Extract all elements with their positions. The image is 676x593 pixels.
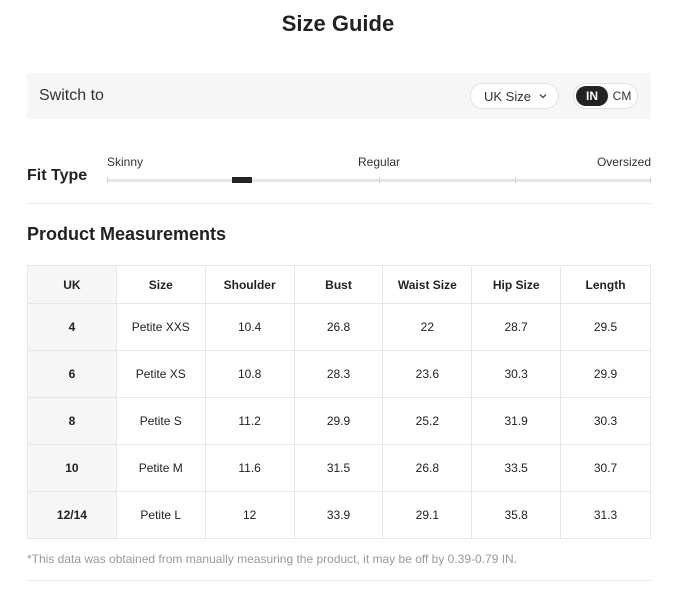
unit-switch-bar: Switch to UK Size IN CM [27,73,651,119]
column-header: Size [115,265,206,304]
table-cell: 29.1 [382,491,473,539]
column-header: Bust [293,265,384,304]
table-cell: 8 [27,397,117,445]
unit-in-button[interactable]: IN [576,86,608,106]
table-row: 12/14 Petite L 12 33.9 29.1 35.8 31.3 [27,491,651,539]
fit-type-section: Fit Type Skinny Regular Oversized [27,145,651,203]
fit-type-label: Fit Type [27,167,88,184]
table-cell: 25.2 [382,397,473,445]
table-cell: 23.6 [382,350,473,398]
table-cell: 30.7 [560,444,651,492]
table-cell: 35.8 [471,491,562,539]
measurement-disclaimer: *This data was obtained from manually me… [27,552,518,566]
table-cell: 10 [27,444,117,492]
table-cell: 33.5 [471,444,562,492]
table-cell: 29.9 [560,350,651,398]
page-title: Size Guide [281,11,395,36]
fit-tick [107,177,108,183]
table-cell: 26.8 [382,444,473,492]
fit-label-skinny: Skinny [107,155,144,169]
table-cell: 31.3 [560,491,651,539]
table-header-row: UK Size Shoulder Bust Waist Size Hip Siz… [27,265,651,304]
table-cell: 6 [27,350,117,398]
column-header: Waist Size [382,265,473,304]
column-header: Length [560,265,651,304]
section-divider [27,203,651,204]
table-cell: 29.5 [560,303,651,351]
unit-toggle: IN CM [573,83,638,109]
table-cell: 22 [382,303,473,351]
bottom-divider [27,580,651,581]
table-row: 4 Petite XXS 10.4 26.8 22 28.7 29.5 [27,303,651,351]
fit-tick [379,177,380,183]
column-header: Hip Size [471,265,562,304]
size-system-dropdown[interactable]: UK Size [470,83,559,109]
fit-scale: Skinny Regular Oversized [107,145,651,185]
table-cell: 26.8 [293,303,384,351]
fit-tick [515,177,516,183]
table-cell: Petite S [115,397,206,445]
product-measurements-title: Product Measurements [27,224,227,244]
table-cell: Petite XXS [115,303,206,351]
table-row: 6 Petite XS 10.8 28.3 23.6 30.3 29.9 [27,350,651,398]
table-cell: 33.9 [293,491,384,539]
table-cell: Petite L [115,491,206,539]
table-cell: 31.9 [471,397,562,445]
table-cell: 28.3 [293,350,384,398]
table-cell: 28.7 [471,303,562,351]
chevron-down-icon [539,94,547,99]
table-cell: 29.9 [293,397,384,445]
table-row: 8 Petite S 11.2 29.9 25.2 31.9 30.3 [27,397,651,445]
table-cell: 30.3 [471,350,562,398]
column-header: UK [27,265,117,304]
fit-indicator [232,177,252,183]
table-row: 10 Petite M 11.6 31.5 26.8 33.5 30.7 [27,444,651,492]
table-cell: 30.3 [560,397,651,445]
table-cell: 12/14 [27,491,117,539]
table-cell: 12 [204,491,295,539]
fit-tick [650,177,651,183]
table-cell: 31.5 [293,444,384,492]
column-header: Shoulder [204,265,295,304]
measurements-table: UK Size Shoulder Bust Waist Size Hip Siz… [27,265,651,539]
table-cell: 10.8 [204,350,295,398]
fit-label-oversized: Oversized [596,155,651,169]
table-cell: Petite M [115,444,206,492]
size-system-value: UK Size [484,88,531,104]
table-cell: 11.2 [204,397,295,445]
switch-label: Switch to [39,87,104,104]
table-cell: Petite XS [115,350,206,398]
table-cell: 4 [27,303,117,351]
unit-cm-button[interactable]: CM [610,86,634,106]
table-cell: 11.6 [204,444,295,492]
fit-label-regular: Regular [358,155,401,169]
table-cell: 10.4 [204,303,295,351]
